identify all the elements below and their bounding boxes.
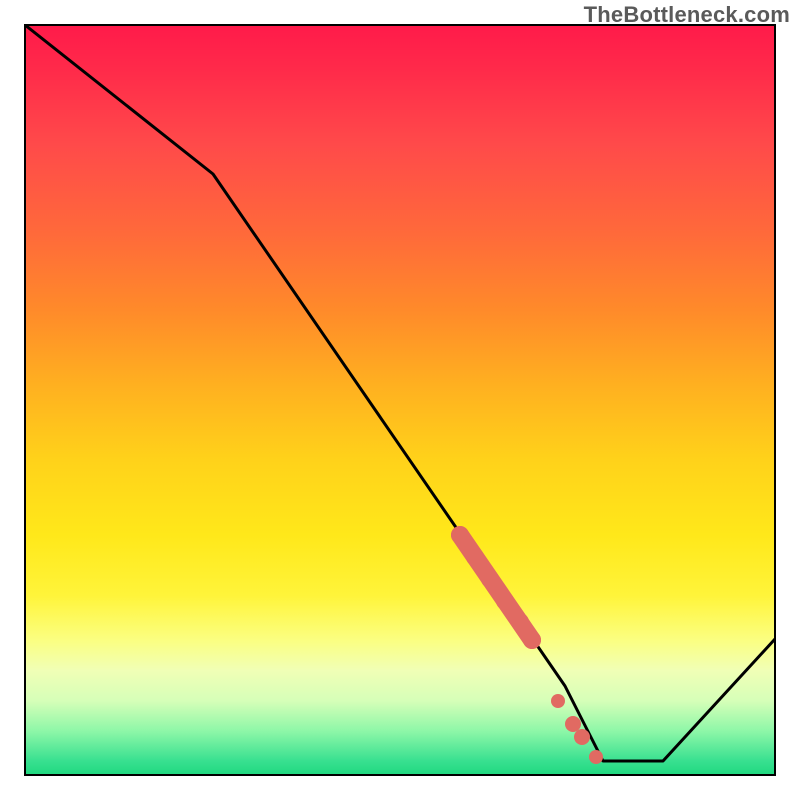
highlight-point: [523, 631, 541, 649]
chart-container: TheBottleneck.com: [0, 0, 800, 800]
highlight-point: [574, 729, 590, 745]
highlight-point: [451, 526, 469, 544]
highlight-point: [466, 548, 484, 566]
bottleneck-curve-line: [25, 25, 775, 761]
highlight-point: [551, 694, 565, 708]
chart-overlay-svg: [24, 24, 776, 776]
highlight-point: [565, 716, 581, 732]
highlight-point: [511, 613, 529, 631]
highlight-point: [589, 750, 603, 764]
highlight-point: [481, 570, 499, 588]
highlight-point: [496, 592, 514, 610]
attribution-label: TheBottleneck.com: [584, 2, 790, 28]
